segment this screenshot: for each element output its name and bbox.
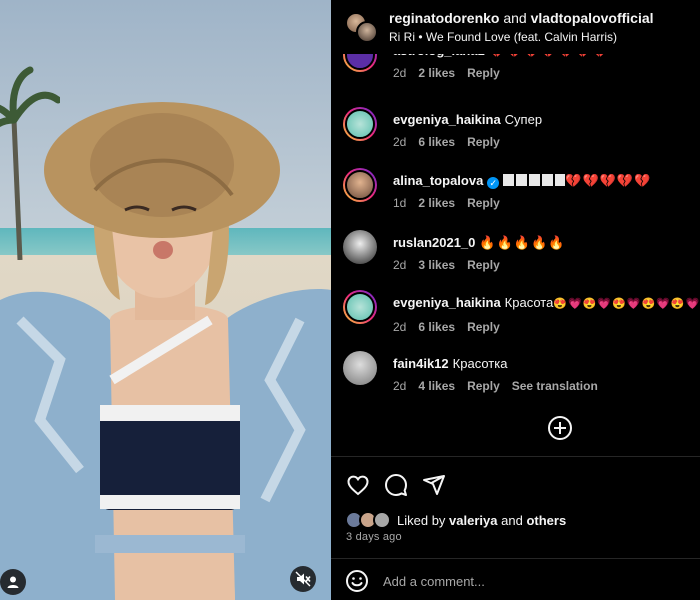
audio-track-link[interactable]: Ri Ri • We Found Love (feat. Calvin Harr…: [389, 29, 654, 45]
comment-likes[interactable]: 2 likes: [418, 66, 455, 80]
comment-time[interactable]: 2d: [393, 320, 406, 334]
comment-item: alina_topalova ✓ 💔💔💔💔💔 1d 2 likes Reply: [343, 168, 693, 222]
user-tag-icon: [7, 576, 19, 588]
comment-likes[interactable]: 4 likes: [418, 379, 455, 393]
divider: [331, 558, 700, 559]
comment-time[interactable]: 2d: [393, 379, 406, 393]
video-person: [0, 102, 331, 600]
user-tag-button[interactable]: [0, 569, 26, 595]
comment-item: evgeniya_haikina Супер 2d 6 likes Reply: [343, 107, 693, 161]
post-authors: reginatodorenko and vladtopalovofficial: [389, 9, 654, 27]
comment-text: Красота: [504, 295, 554, 310]
comments-list[interactable]: astrolog_lana1 💔💔💔💔💔💔💔 2d 2 likes Reply evg…: [331, 54, 700, 454]
comment-item: fain4ik12 Красотка 2d 4 likes Reply See tran…: [343, 351, 693, 405]
heart-icon: [347, 475, 369, 496]
comment-time[interactable]: 2d: [393, 66, 406, 80]
comment-icon: [385, 474, 407, 496]
see-translation-button[interactable]: See translation: [512, 379, 598, 393]
send-icon: [423, 475, 445, 495]
reply-button[interactable]: Reply: [467, 379, 500, 393]
load-more-comments-button[interactable]: [548, 416, 572, 440]
muted-speaker-icon: [295, 571, 311, 587]
comment-username[interactable]: fain4ik12: [393, 356, 449, 371]
likes-summary[interactable]: Liked by valeriya and others: [345, 509, 566, 531]
share-button[interactable]: [421, 472, 447, 498]
comment-likes[interactable]: 2 likes: [418, 196, 455, 210]
likes-prefix: Liked by: [397, 512, 446, 528]
avatar[interactable]: [343, 351, 377, 385]
comment-likes[interactable]: 6 likes: [418, 135, 455, 149]
comment-item: ruslan2021_0 🔥🔥🔥🔥🔥 2d 3 likes Reply: [343, 230, 693, 284]
reel-video[interactable]: [0, 0, 331, 600]
comment-username[interactable]: evgeniya_haikina: [393, 112, 501, 127]
reply-button[interactable]: Reply: [467, 320, 500, 334]
comment-emoji: 💔💔💔💔💔: [565, 173, 652, 188]
reply-button[interactable]: Reply: [467, 196, 500, 210]
comment-username[interactable]: evgeniya_haikina: [393, 295, 501, 310]
comment-item: evgeniya_haikina Красота😍💗😍💗😍💗😍💗😍💗 2d 6 li…: [343, 290, 699, 344]
comment-time[interactable]: 2d: [393, 258, 406, 272]
comment-emoji: 😍💗😍💗😍💗😍💗😍💗: [553, 298, 700, 310]
post-side-panel: reginatodorenko and vladtopalovofficial …: [331, 0, 700, 600]
comment-likes[interactable]: 6 likes: [418, 320, 455, 334]
comment-username[interactable]: ruslan2021_0: [393, 235, 475, 250]
comment-emoji: 🔥🔥🔥🔥🔥: [479, 235, 566, 250]
add-comment-input[interactable]: [383, 573, 663, 589]
smiley-icon[interactable]: [345, 569, 369, 593]
reply-button[interactable]: Reply: [467, 66, 500, 80]
author-conjunction: and: [503, 10, 527, 26]
add-comment-bar: [331, 562, 700, 600]
avatar[interactable]: [343, 230, 377, 264]
divider: [331, 456, 700, 457]
avatar: [373, 511, 391, 529]
comment-text: Красотка: [452, 356, 508, 371]
comment-time[interactable]: 1d: [393, 196, 406, 210]
liker-avatars: [345, 510, 393, 530]
collab-avatars[interactable]: [345, 10, 379, 44]
avatar[interactable]: [343, 54, 377, 72]
comment-username[interactable]: alina_topalova: [393, 173, 483, 188]
mute-button[interactable]: [290, 566, 316, 592]
comment-emoji: 💔💔💔💔💔💔💔: [489, 54, 609, 58]
avatar[interactable]: [343, 290, 377, 324]
post-actions: [345, 472, 447, 498]
reply-button[interactable]: Reply: [467, 258, 500, 272]
avatar[interactable]: [343, 168, 377, 202]
verified-badge-icon: ✓: [487, 177, 500, 189]
comment-item: astrolog_lana1 💔💔💔💔💔💔💔 2d 2 likes Reply: [343, 54, 693, 92]
post-header: reginatodorenko and vladtopalovofficial …: [331, 0, 700, 54]
liker-username[interactable]: valeriya: [449, 513, 497, 528]
likes-others-link[interactable]: others: [526, 513, 566, 528]
like-button[interactable]: [345, 472, 371, 498]
comment-username[interactable]: astrolog_lana1: [393, 54, 485, 58]
author-link[interactable]: vladtopalovofficial: [531, 10, 654, 26]
avatar: [356, 21, 378, 43]
comment-likes[interactable]: 3 likes: [418, 258, 455, 272]
comment-button[interactable]: [383, 472, 409, 498]
author-link[interactable]: reginatodorenko: [389, 10, 499, 26]
comment-time[interactable]: 2d: [393, 135, 406, 149]
comment-redacted-text: [503, 174, 566, 186]
comment-text: Супер: [504, 112, 543, 127]
likes-and: and: [501, 512, 523, 528]
avatar[interactable]: [343, 107, 377, 141]
plus-circle-icon: [554, 422, 566, 434]
post-timestamp[interactable]: 3 days ago: [346, 531, 402, 543]
reply-button[interactable]: Reply: [467, 135, 500, 149]
